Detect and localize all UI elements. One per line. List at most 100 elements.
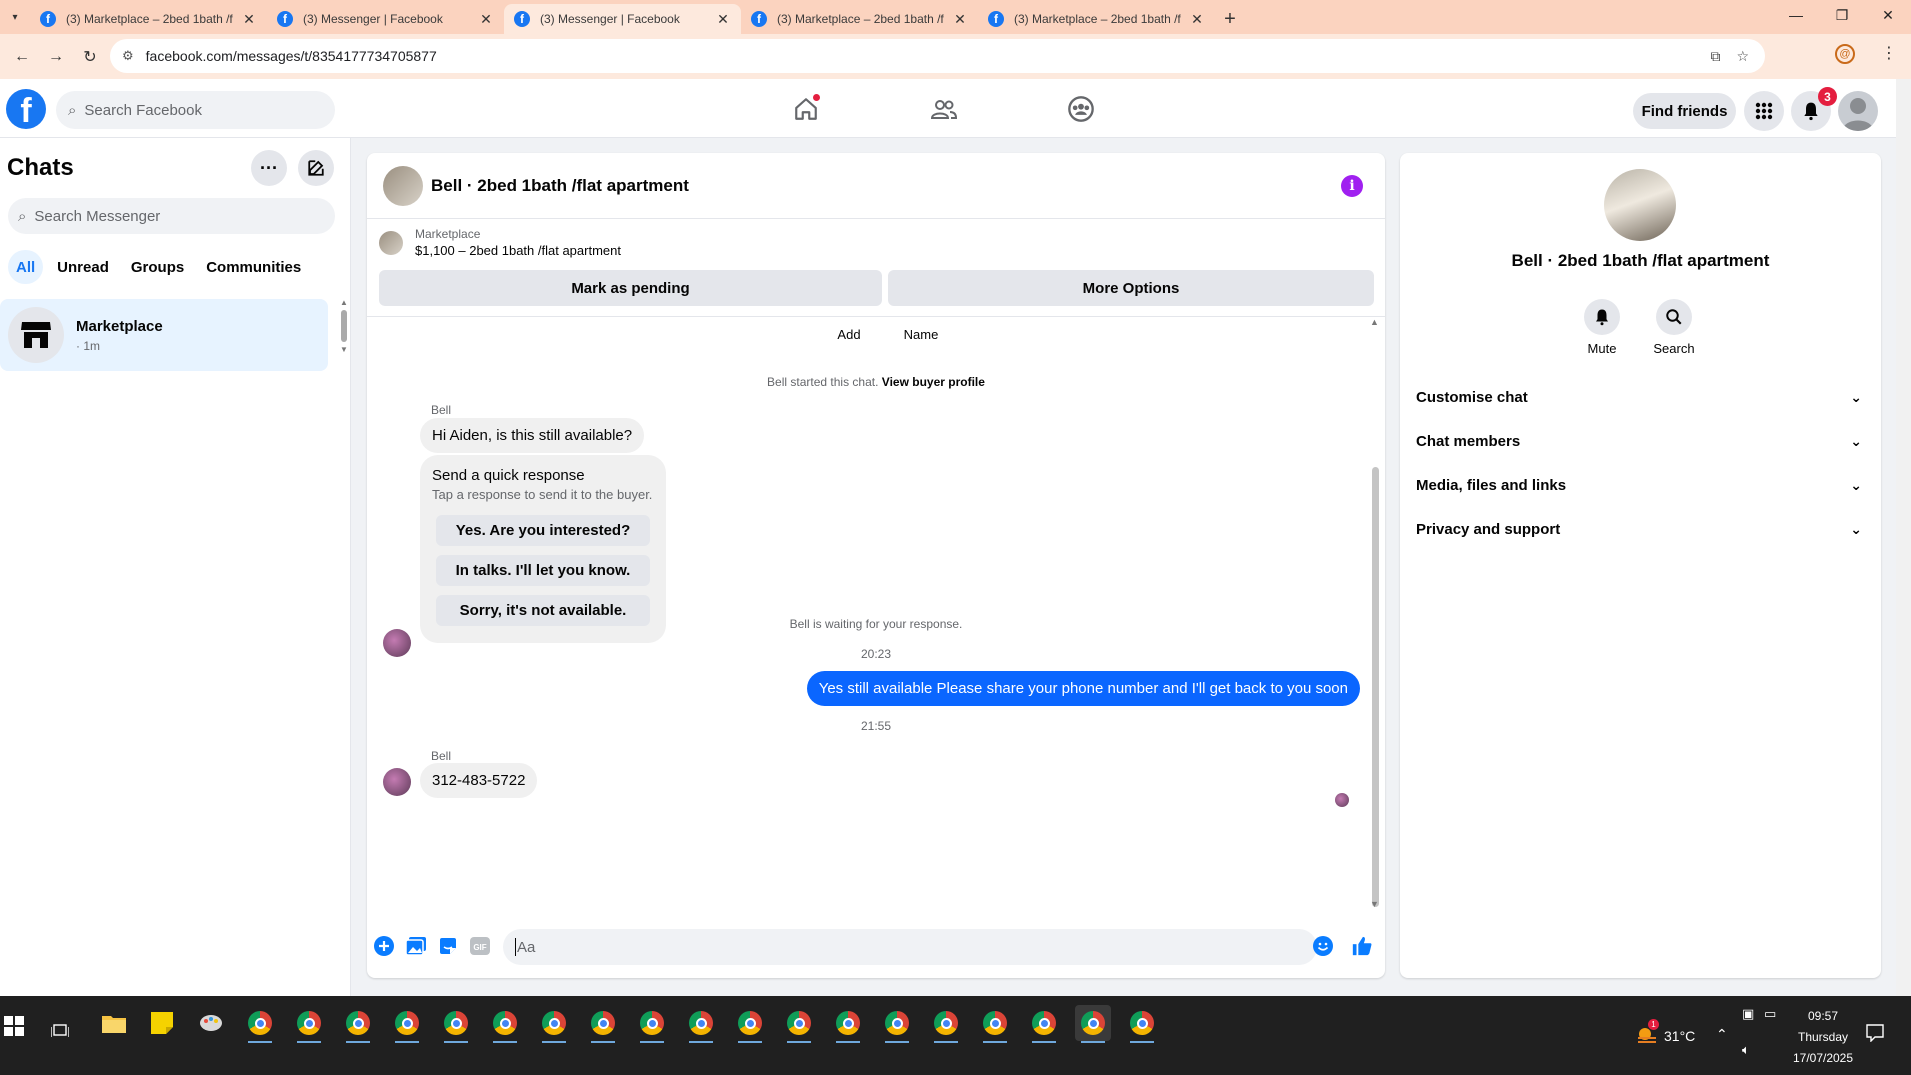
facebook-search-input[interactable]: ⌕ Search Facebook [56, 91, 335, 129]
menu-grid-icon[interactable] [1744, 91, 1784, 131]
photo-icon[interactable] [405, 935, 427, 957]
account-avatar[interactable] [1838, 91, 1878, 131]
chrome-taskbar-icon[interactable] [781, 1005, 817, 1043]
chrome-taskbar-icon[interactable] [291, 1005, 327, 1043]
info-icon[interactable]: i [1341, 175, 1363, 197]
add-action-label[interactable]: Add [819, 327, 879, 342]
scroll-down-icon[interactable]: ▼ [1370, 899, 1379, 909]
clock[interactable]: 09:57 Thursday 17/07/2025 [1778, 1006, 1868, 1069]
paint-app-icon[interactable] [193, 1005, 229, 1041]
message-scrollbar-thumb[interactable] [1372, 467, 1379, 907]
chat-members-section[interactable]: Chat members ⌄ [1416, 419, 1866, 463]
close-tab-icon[interactable]: ✕ [1189, 11, 1205, 28]
mute-button[interactable]: Mute [1572, 299, 1632, 356]
back-icon[interactable]: ← [6, 41, 38, 73]
chrome-taskbar-icon[interactable] [1075, 1005, 1111, 1043]
mark-as-pending-button[interactable]: Mark as pending [379, 270, 882, 306]
name-action-label[interactable]: Name [881, 327, 961, 342]
friends-icon[interactable] [928, 93, 960, 125]
chrome-taskbar-icon[interactable] [340, 1005, 376, 1043]
chrome-taskbar-icon[interactable] [977, 1005, 1013, 1043]
find-friends-button[interactable]: Find friends [1633, 93, 1736, 129]
more-options-button[interactable]: More Options [888, 270, 1374, 306]
facebook-logo-icon[interactable]: f [6, 89, 46, 129]
speaker-icon[interactable]: 🔈︎ [1742, 1042, 1750, 1058]
forward-icon[interactable]: → [40, 41, 72, 73]
emoji-icon[interactable] [1312, 935, 1334, 957]
chat-item-marketplace[interactable]: Marketplace · 1m [0, 299, 328, 371]
add-attachment-icon[interactable] [373, 935, 395, 957]
chrome-taskbar-icon[interactable] [536, 1005, 572, 1043]
chrome-taskbar-icon[interactable] [928, 1005, 964, 1043]
home-icon[interactable] [790, 93, 822, 125]
close-tab-icon[interactable]: ✕ [952, 11, 968, 28]
sticker-icon[interactable] [437, 935, 459, 957]
more-options-icon[interactable]: ··· [251, 150, 287, 186]
temperature[interactable]: 31°C [1664, 1028, 1695, 1044]
browser-tab[interactable]: f (3) Marketplace – 2bed 1bath /f ✕ [978, 4, 1215, 34]
meet-icon[interactable]: ▣ [1742, 1006, 1754, 1022]
chrome-taskbar-icon[interactable] [830, 1005, 866, 1043]
bookmark-star-icon[interactable]: ☆ [1736, 48, 1749, 65]
chrome-taskbar-icon[interactable] [242, 1005, 278, 1043]
browser-menu-icon[interactable]: ⋮ [1881, 43, 1897, 63]
scroll-up-icon[interactable]: ▲ [1370, 317, 1379, 327]
filter-communities[interactable]: Communities [198, 250, 309, 284]
restore-icon[interactable]: ❐ [1819, 0, 1865, 30]
privacy-support-section[interactable]: Privacy and support ⌄ [1416, 507, 1866, 551]
view-buyer-profile-link[interactable]: View buyer profile [882, 375, 985, 389]
chrome-taskbar-icon[interactable] [683, 1005, 719, 1043]
tray-chevron-up-icon[interactable]: ⌃ [1716, 1026, 1728, 1043]
like-thumb-icon[interactable] [1349, 935, 1375, 957]
weather-icon[interactable]: 1 [1636, 1019, 1660, 1047]
customise-chat-section[interactable]: Customise chat ⌄ [1416, 375, 1866, 419]
chrome-taskbar-icon[interactable] [1124, 1005, 1160, 1043]
close-window-icon[interactable]: ✕ [1865, 0, 1911, 30]
close-tab-icon[interactable]: ✕ [478, 11, 494, 28]
browser-tab-active[interactable]: f (3) Messenger | Facebook ✕ [504, 4, 741, 34]
conversation-avatar[interactable] [383, 165, 423, 206]
conversation-title[interactable]: Bell · 2bed 1bath /flat apartment [431, 176, 689, 196]
install-app-icon[interactable]: ⧉ [1710, 48, 1720, 65]
notification-center-icon[interactable] [1866, 1024, 1884, 1045]
site-info-icon[interactable]: ⚙ [122, 48, 134, 64]
scroll-thumb[interactable] [341, 310, 347, 342]
tab-search-chevron-icon[interactable]: ▾ [0, 0, 30, 34]
chrome-taskbar-icon[interactable] [487, 1005, 523, 1043]
close-tab-icon[interactable]: ✕ [241, 11, 257, 28]
browser-tab[interactable]: f (3) Marketplace – 2bed 1bath /f ✕ [741, 4, 978, 34]
gif-icon[interactable]: GIF [469, 935, 491, 957]
chrome-taskbar-icon[interactable] [389, 1005, 425, 1043]
message-input[interactable]: Aa [503, 929, 1317, 965]
chrome-taskbar-icon[interactable] [879, 1005, 915, 1043]
page-scrollbar[interactable] [1896, 79, 1911, 996]
file-explorer-icon[interactable] [96, 1005, 132, 1041]
reload-icon[interactable]: ↻ [74, 41, 106, 73]
sticky-notes-icon[interactable] [144, 1005, 180, 1041]
chrome-taskbar-icon[interactable] [438, 1005, 474, 1043]
messenger-search-input[interactable]: ⌕ Search Messenger [8, 198, 335, 234]
quick-response-yes-button[interactable]: Yes. Are you interested? [436, 515, 650, 546]
chrome-taskbar-icon[interactable] [732, 1005, 768, 1043]
close-tab-icon[interactable]: ✕ [715, 11, 731, 28]
filter-groups[interactable]: Groups [123, 250, 192, 284]
listing-strip[interactable]: Marketplace $1,100 – 2bed 1bath /flat ap… [379, 227, 621, 258]
browser-tab[interactable]: f (3) Marketplace – 2bed 1bath /f ✕ [30, 4, 267, 34]
sidebar-scrollbar[interactable]: ▲ ▼ [340, 298, 348, 358]
profile-extension-icon[interactable]: @ [1835, 44, 1855, 64]
url-field[interactable]: ⚙ facebook.com/messages/t/83541777347058… [110, 39, 1765, 73]
browser-tab[interactable]: f (3) Messenger | Facebook ✕ [267, 4, 504, 34]
chrome-taskbar-icon[interactable] [1026, 1005, 1062, 1043]
scroll-down-icon[interactable]: ▼ [340, 345, 348, 354]
filter-all[interactable]: All [8, 250, 44, 284]
bell-avatar[interactable] [383, 768, 411, 796]
media-files-links-section[interactable]: Media, files and links ⌄ [1416, 463, 1866, 507]
network-icon[interactable]: ▭ [1764, 1006, 1776, 1022]
listing-avatar[interactable] [1604, 169, 1676, 241]
notifications-bell-icon[interactable]: 3 [1791, 87, 1837, 131]
chrome-taskbar-icon[interactable] [585, 1005, 621, 1043]
filter-unread[interactable]: Unread [49, 250, 117, 284]
chrome-taskbar-icon[interactable] [634, 1005, 670, 1043]
task-view-icon[interactable] [46, 1017, 74, 1045]
windows-start-icon[interactable] [4, 1016, 28, 1040]
